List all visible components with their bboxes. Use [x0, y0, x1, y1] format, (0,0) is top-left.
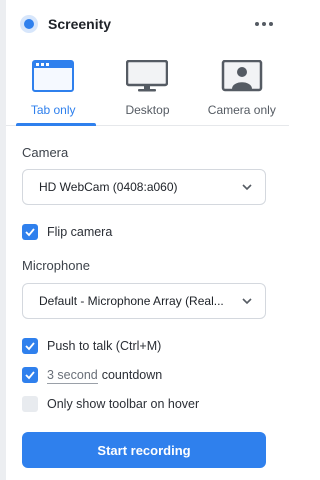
- checkbox-checked-icon: [22, 338, 38, 354]
- camera-section-label: Camera: [22, 145, 69, 160]
- monitor-icon: [126, 60, 169, 92]
- camera-user-icon: [221, 60, 263, 92]
- toolbar-hover-label: Only show toolbar on hover: [47, 397, 200, 411]
- countdown-label: countdown: [101, 368, 163, 382]
- active-tab-indicator: [16, 123, 96, 126]
- toolbar-hover-checkbox[interactable]: Only show toolbar on hover: [22, 396, 199, 412]
- checkbox-unchecked-icon: [22, 396, 38, 412]
- flip-camera-checkbox[interactable]: Flip camera: [22, 224, 112, 240]
- tab-tab-only[interactable]: Tab only: [6, 48, 100, 125]
- screenity-popup: Screenity Tab only Desktop Camera only C…: [6, 0, 289, 480]
- chevron-down-icon: [242, 184, 252, 191]
- tab-desktop[interactable]: Desktop: [100, 48, 194, 125]
- start-recording-button[interactable]: Start recording: [22, 432, 266, 468]
- camera-select-value: HD WebCam (0408:a060): [39, 180, 178, 194]
- microphone-select-value: Default - Microphone Array (Real...: [39, 294, 224, 308]
- tab-label: Desktop: [125, 103, 170, 117]
- app-title: Screenity: [48, 16, 112, 32]
- camera-select[interactable]: HD WebCam (0408:a060): [22, 169, 266, 205]
- browser-tab-icon: [32, 60, 75, 92]
- microphone-select[interactable]: Default - Microphone Array (Real...: [22, 283, 266, 319]
- countdown-duration-dropdown[interactable]: 3 second: [47, 368, 98, 384]
- header: Screenity: [6, 0, 289, 48]
- microphone-section-label: Microphone: [22, 258, 90, 273]
- tab-label: Tab only: [30, 103, 76, 117]
- push-to-talk-label: Push to talk (Ctrl+M): [47, 339, 162, 353]
- screenity-logo: [20, 15, 38, 33]
- tab-camera-only[interactable]: Camera only: [195, 48, 289, 125]
- more-options-icon[interactable]: [253, 14, 275, 34]
- chevron-down-icon: [242, 298, 252, 305]
- checkbox-checked-icon: [22, 224, 38, 240]
- flip-camera-label: Flip camera: [47, 225, 113, 239]
- countdown-checkbox[interactable]: 3 second countdown: [22, 367, 163, 384]
- tab-label: Camera only: [207, 103, 276, 117]
- push-to-talk-checkbox[interactable]: Push to talk (Ctrl+M): [22, 338, 161, 354]
- checkbox-checked-icon: [22, 367, 38, 383]
- recording-mode-tabs: Tab only Desktop Camera only: [6, 48, 289, 126]
